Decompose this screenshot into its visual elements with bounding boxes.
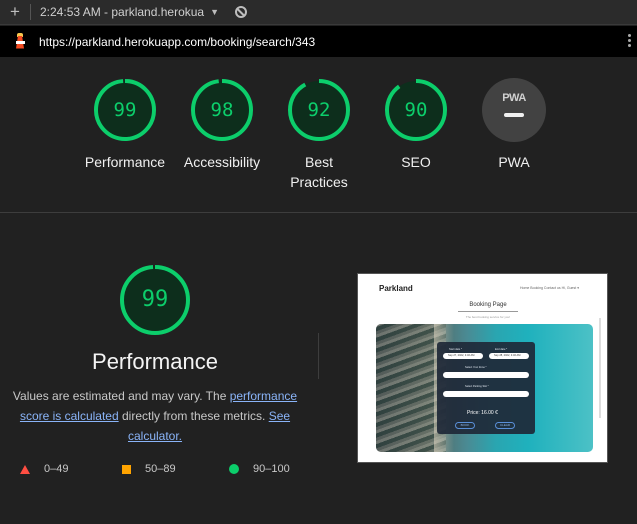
legend-pass-label: 90–100 [253, 463, 290, 475]
gauge-score: 98 [210, 99, 234, 121]
new-tab-button[interactable]: + [0, 2, 30, 22]
gauge-ring: 99 [93, 78, 157, 142]
performance-gauge-large: 99 [119, 264, 191, 336]
more-menu-icon[interactable] [628, 34, 631, 49]
gauge-seo[interactable]: 90 SEO [361, 78, 471, 172]
gauge-performance[interactable]: 99 Performance [70, 78, 180, 172]
thumbnail-book-button: BOOK [455, 422, 475, 429]
description-text: Values are estimated and may vary. The [12, 389, 230, 403]
url-bar: https://parkland.herokuapp.com/booking/s… [0, 26, 637, 57]
tab-title[interactable]: 2:24:53 AM - parkland.herokua [40, 5, 204, 19]
legend-average: 50–89 [122, 463, 176, 475]
legend-pass: 90–100 [229, 463, 290, 475]
final-screenshot[interactable]: Parkland Home Booking Contact us Hi, Gue… [357, 273, 608, 463]
square-icon [122, 464, 131, 474]
performance-title: Performance [92, 349, 218, 374]
thumbnail-heading: Booking Page [469, 302, 507, 308]
thumbnail-booking-form: Start date * Sep 27, 2022, 4:46 AM End d… [437, 342, 535, 434]
circle-icon [229, 464, 239, 474]
score-legend: 0–49 50–89 90–100 [0, 463, 320, 477]
gauge-ring: 98 [190, 78, 254, 142]
thumbnail-spot-label: Select Parking Slot * [465, 385, 489, 388]
thumbnail-end-value: Sep 28, 2022, 4:46 AM [494, 354, 521, 357]
browser-tab-bar: + 2:24:53 AM - parkland.herokua ▼ [0, 0, 637, 25]
performance-description: Values are estimated and may vary. The p… [10, 386, 300, 446]
gauge-label: Best Practices [290, 154, 348, 190]
thumbnail-spot-field [443, 391, 529, 397]
lighthouse-icon [13, 32, 27, 51]
thumbnail-zone-field [443, 372, 529, 378]
url-text[interactable]: https://parkland.herokuapp.com/booking/s… [39, 35, 315, 49]
gauge-label: Performance [84, 154, 166, 170]
performance-detail: 99 Performance Values are estimated and … [0, 213, 637, 524]
score-summary: 99 Performance 98 Accessibility 92 Best … [0, 58, 637, 213]
gauge-score: 99 [113, 99, 137, 121]
legend-fail: 0–49 [20, 463, 68, 475]
gauge-accessibility[interactable]: 98 Accessibility [167, 78, 277, 172]
pwa-dash-icon [504, 113, 524, 117]
thumbnail-price: Price: 16.00 € [467, 410, 498, 416]
gauge-label: Accessibility [183, 154, 261, 170]
thumbnail-start-field: Sep 27, 2022, 4:46 AM [443, 353, 483, 359]
gauge-score: 92 [307, 99, 331, 121]
thumbnail-zone-label: Select Your Zone * [465, 366, 487, 369]
thumbnail-subheading: The best booking service for you! [465, 315, 511, 319]
thumbnail-start-label: Start date * [449, 348, 462, 351]
thumbnail-brand: Parkland [379, 284, 413, 293]
gauge-ring: 92 [287, 78, 351, 142]
block-icon[interactable] [235, 6, 248, 18]
vertical-divider [318, 333, 319, 379]
pwa-badge-text: PWA [502, 92, 526, 104]
gauge-score: 90 [404, 99, 428, 121]
thumbnail-scrollbar [599, 318, 601, 418]
pwa-badge: PWA [482, 78, 546, 142]
gauge-label: PWA [498, 154, 530, 170]
gauge-best-practices[interactable]: 92 Best Practices [264, 78, 374, 192]
thumbnail-start-value: Sep 27, 2022, 4:46 AM [448, 354, 475, 357]
chevron-down-icon[interactable]: ▼ [210, 7, 219, 17]
thumbnail-clear-button: CLEAR [495, 422, 515, 429]
thumbnail-heading-underline [458, 311, 518, 312]
toolbar-separator [30, 4, 31, 20]
thumbnail-end-field: Sep 28, 2022, 4:46 AM [489, 353, 529, 359]
legend-fail-label: 0–49 [44, 463, 69, 475]
description-text: directly from these metrics. [118, 409, 269, 423]
legend-average-label: 50–89 [145, 463, 176, 475]
thumbnail-nav: Home Booking Contact us Hi, Guest ▾ [520, 286, 579, 290]
gauge-pwa[interactable]: PWA PWA [459, 78, 569, 172]
triangle-icon [20, 464, 30, 474]
gauge-ring: 90 [384, 78, 448, 142]
gauge-label: SEO [401, 154, 431, 170]
screenshot-page: Parkland Home Booking Contact us Hi, Gue… [362, 278, 603, 459]
thumbnail-end-label: End date * [495, 348, 508, 351]
performance-score: 99 [141, 287, 169, 312]
